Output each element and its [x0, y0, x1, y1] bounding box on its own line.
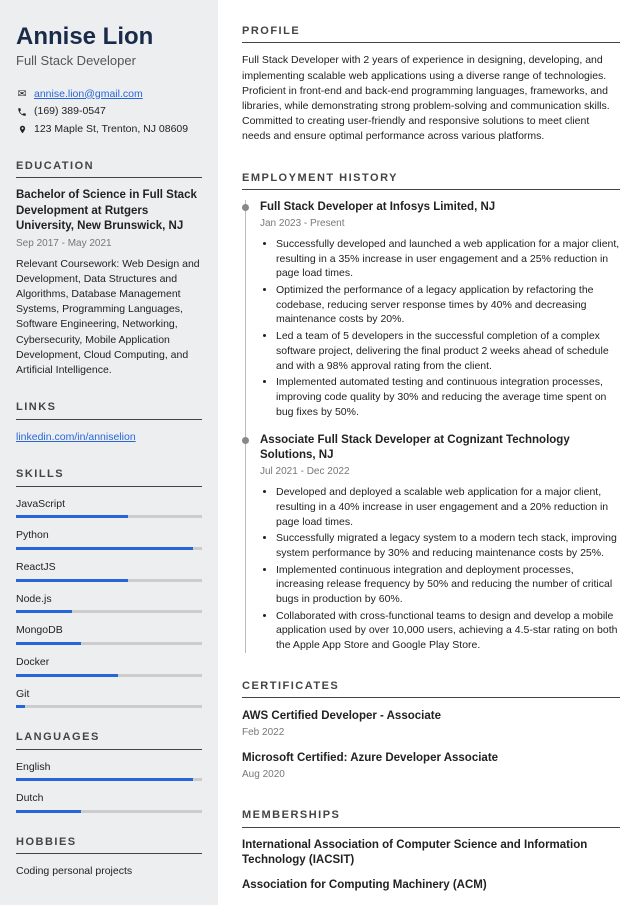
skill-name: Docker: [16, 655, 202, 670]
job-dates: Jan 2023 - Present: [260, 217, 620, 231]
education-dates: Sep 2017 - May 2021: [16, 237, 202, 251]
skill-name: Git: [16, 687, 202, 702]
email-icon: ✉: [16, 87, 28, 102]
job-item: Full Stack Developer at Infosys Limited,…: [260, 200, 620, 419]
skill-item: ReactJS: [16, 560, 202, 582]
certificate-date: Aug 2020: [242, 768, 620, 782]
language-item: English: [16, 760, 202, 782]
job-bullet: Optimized the performance of a legacy ap…: [276, 283, 620, 327]
job-bullets: Developed and deployed a scalable web ap…: [260, 485, 620, 653]
person-name: Annise Lion: [16, 24, 202, 50]
job-dates: Jul 2021 - Dec 2022: [260, 465, 620, 479]
links-heading: LINKS: [16, 400, 202, 419]
job-bullet: Successfully developed and launched a we…: [276, 237, 620, 281]
address-text: 123 Maple St, Trenton, NJ 08609: [34, 122, 188, 137]
certificates-list: AWS Certified Developer - Associate Feb …: [242, 708, 620, 782]
language-name: Dutch: [16, 791, 202, 806]
language-bar: [16, 810, 202, 813]
skill-name: Python: [16, 528, 202, 543]
skill-name: JavaScript: [16, 497, 202, 512]
hobby-item: Coding personal projects: [16, 864, 202, 879]
contact-block: ✉ annise.lion@gmail.com (169) 389-0547 1…: [16, 87, 202, 137]
memberships-list: International Association of Computer Sc…: [242, 838, 620, 893]
skill-name: ReactJS: [16, 560, 202, 575]
skill-name: Node.js: [16, 592, 202, 607]
job-bullet: Developed and deployed a scalable web ap…: [276, 485, 620, 529]
skill-bar: [16, 705, 202, 708]
skill-bar: [16, 674, 202, 677]
job-title: Associate Full Stack Developer at Cogniz…: [260, 433, 620, 463]
certificate-title: Microsoft Certified: Azure Developer Ass…: [242, 750, 620, 766]
job-item: Associate Full Stack Developer at Cogniz…: [260, 433, 620, 652]
email-row: ✉ annise.lion@gmail.com: [16, 87, 202, 102]
employment-timeline: Full Stack Developer at Infosys Limited,…: [245, 200, 620, 653]
languages-heading: LANGUAGES: [16, 730, 202, 749]
profile-heading: PROFILE: [242, 24, 620, 43]
hobbies-heading: HOBBIES: [16, 835, 202, 854]
job-bullet: Implemented continuous integration and d…: [276, 563, 620, 607]
skill-bar: [16, 642, 202, 645]
skill-bar: [16, 515, 202, 518]
certificate-date: Feb 2022: [242, 726, 620, 740]
skill-bar: [16, 610, 202, 613]
certificate-title: AWS Certified Developer - Associate: [242, 708, 620, 724]
job-bullet: Collaborated with cross-functional teams…: [276, 609, 620, 653]
skill-item: Node.js: [16, 592, 202, 614]
certificates-heading: CERTIFICATES: [242, 679, 620, 698]
skill-item: JavaScript: [16, 497, 202, 519]
job-bullet: Led a team of 5 developers in the succes…: [276, 329, 620, 373]
skill-item: MongoDB: [16, 623, 202, 645]
language-bar: [16, 778, 202, 781]
hobbies-list: Coding personal projects: [16, 864, 202, 879]
location-icon: [16, 124, 28, 135]
language-item: Dutch: [16, 791, 202, 813]
email-link[interactable]: annise.lion@gmail.com: [34, 87, 143, 102]
linkedin-link[interactable]: linkedin.com/in/anniselion: [16, 430, 136, 445]
memberships-heading: MEMBERSHIPS: [242, 808, 620, 827]
sidebar: Annise Lion Full Stack Developer ✉ annis…: [0, 0, 218, 905]
profile-text: Full Stack Developer with 2 years of exp…: [242, 53, 620, 144]
languages-list: English Dutch: [16, 760, 202, 813]
education-heading: EDUCATION: [16, 159, 202, 178]
skills-list: JavaScript Python ReactJS Node.js MongoD…: [16, 497, 202, 709]
phone-text: (169) 389-0547: [34, 104, 106, 119]
skill-bar: [16, 579, 202, 582]
main-content: PROFILE Full Stack Developer with 2 year…: [218, 0, 640, 905]
education-degree: Bachelor of Science in Full Stack Develo…: [16, 188, 202, 235]
job-bullets: Successfully developed and launched a we…: [260, 237, 620, 419]
phone-icon: [16, 107, 28, 117]
skill-item: Git: [16, 687, 202, 709]
skill-item: Python: [16, 528, 202, 550]
skill-name: MongoDB: [16, 623, 202, 638]
membership-item: International Association of Computer Sc…: [242, 838, 620, 868]
person-title: Full Stack Developer: [16, 52, 202, 70]
employment-heading: EMPLOYMENT HISTORY: [242, 171, 620, 190]
job-bullet: Successfully migrated a legacy system to…: [276, 531, 620, 560]
job-bullet: Implemented automated testing and contin…: [276, 375, 620, 419]
membership-item: Association for Computing Machinery (ACM…: [242, 878, 620, 893]
phone-row: (169) 389-0547: [16, 104, 202, 119]
skills-heading: SKILLS: [16, 467, 202, 486]
skill-bar: [16, 547, 202, 550]
certificate-item: Microsoft Certified: Azure Developer Ass…: [242, 750, 620, 782]
education-desc: Relevant Coursework: Web Design and Deve…: [16, 257, 202, 379]
language-name: English: [16, 760, 202, 775]
certificate-item: AWS Certified Developer - Associate Feb …: [242, 708, 620, 740]
address-row: 123 Maple St, Trenton, NJ 08609: [16, 122, 202, 137]
job-title: Full Stack Developer at Infosys Limited,…: [260, 200, 620, 215]
skill-item: Docker: [16, 655, 202, 677]
